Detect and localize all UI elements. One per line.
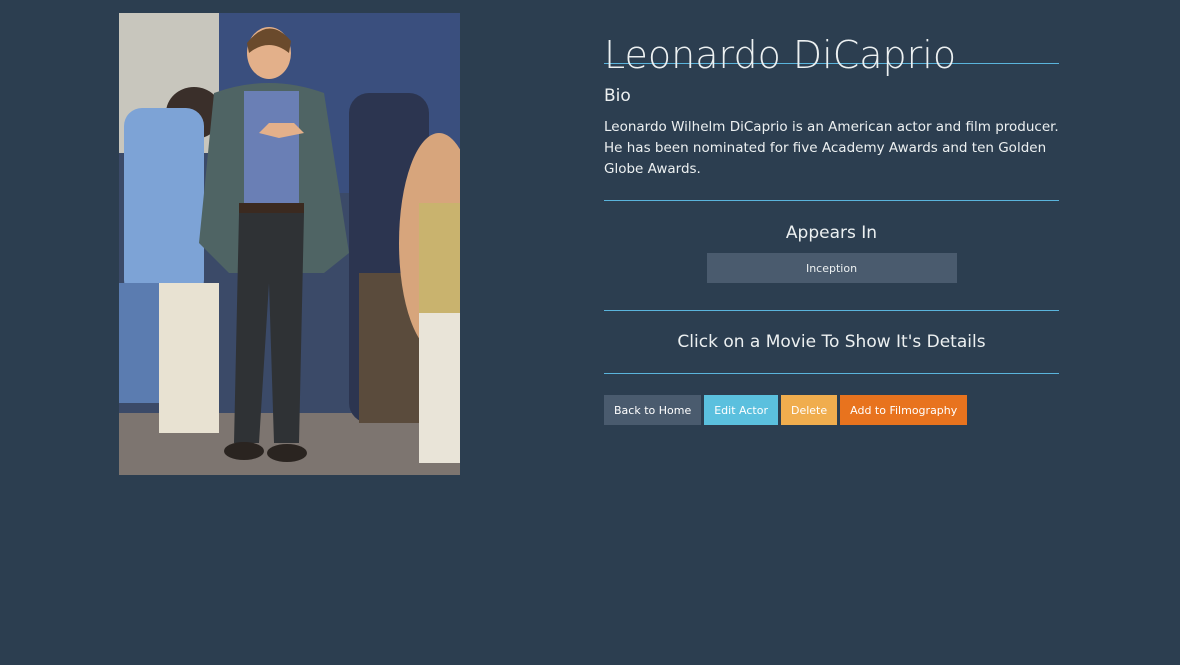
movie-details-hint: Click on a Movie To Show It's Details: [677, 332, 986, 352]
delete-button[interactable]: Delete: [780, 395, 838, 425]
actor-photo: [119, 13, 460, 475]
divider-bio: [604, 200, 1059, 201]
actor-details-panel: Leonardo DiCaprio Bio Leonardo Wilhelm D…: [604, 0, 1059, 425]
action-buttons: Back to Home Edit Actor Delete Add to Fi…: [604, 395, 1059, 425]
back-to-home-button[interactable]: Back to Home: [604, 395, 702, 425]
appears-in-heading: Appears In: [785, 223, 878, 243]
divider-appears-in: [604, 310, 1059, 311]
appears-in-section: Appears In Inception: [604, 223, 1059, 283]
actor-name-title: Leonardo DiCaprio: [604, 33, 957, 77]
divider-hint: [604, 373, 1059, 374]
movie-button-inception[interactable]: Inception: [706, 253, 957, 283]
add-to-filmography-button[interactable]: Add to Filmography: [840, 395, 968, 425]
bio-heading: Bio: [604, 86, 631, 106]
bio-text: Leonardo Wilhelm DiCaprio is an American…: [604, 119, 1059, 177]
edit-actor-button[interactable]: Edit Actor: [704, 395, 778, 425]
actor-photo-illustration: [119, 13, 460, 475]
